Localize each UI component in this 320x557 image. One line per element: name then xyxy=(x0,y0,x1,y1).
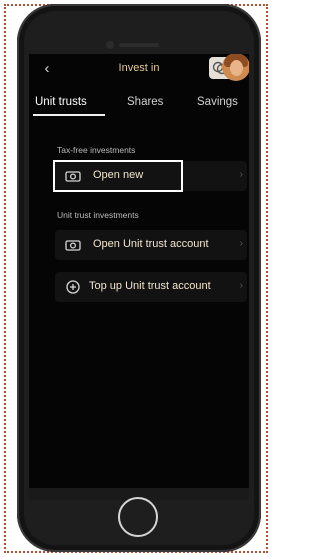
home-button[interactable] xyxy=(118,497,158,537)
back-button[interactable]: ‹ xyxy=(33,56,61,82)
row-label: Open Unit trust account xyxy=(93,238,209,250)
profile-button[interactable] xyxy=(209,54,249,81)
top-up-unit-trust-account-button[interactable]: Top up Unit trust account › xyxy=(55,272,247,302)
section-title-unit-trust: Unit trust investments xyxy=(57,210,139,220)
chevron-right-icon: › xyxy=(239,169,243,180)
avatar xyxy=(222,54,249,81)
active-tab-indicator xyxy=(33,114,105,116)
speaker-slot xyxy=(119,43,159,47)
chevron-right-icon: › xyxy=(239,280,243,291)
row-label: Open new xyxy=(93,169,144,181)
camera-icon xyxy=(65,168,81,184)
open-unit-trust-account-button[interactable]: Open Unit trust account › xyxy=(55,230,247,260)
page-title: Invest in xyxy=(118,62,160,74)
chevron-left-icon: ‹ xyxy=(44,60,50,77)
row-label: Top up Unit trust account xyxy=(89,280,211,292)
open-new-button[interactable]: Open new › xyxy=(55,161,247,191)
camera-icon xyxy=(65,237,81,253)
section-title-tax-free: Tax-free investments xyxy=(57,145,136,155)
tab-shares[interactable]: Shares xyxy=(127,96,163,108)
tab-unit-trusts[interactable]: Unit trusts xyxy=(35,96,87,108)
app-screen: ‹ Invest in Unit trusts Shares Savings T… xyxy=(29,54,249,488)
tab-savings[interactable]: Savings xyxy=(197,96,238,108)
tab-bar: Unit trusts Shares Savings xyxy=(29,90,249,118)
phone-frame: ‹ Invest in Unit trusts Shares Savings T… xyxy=(17,4,261,552)
camera-dot xyxy=(106,41,114,49)
top-bar: ‹ Invest in xyxy=(29,54,249,90)
chevron-right-icon: › xyxy=(239,238,243,249)
plus-circle-icon xyxy=(65,279,81,295)
